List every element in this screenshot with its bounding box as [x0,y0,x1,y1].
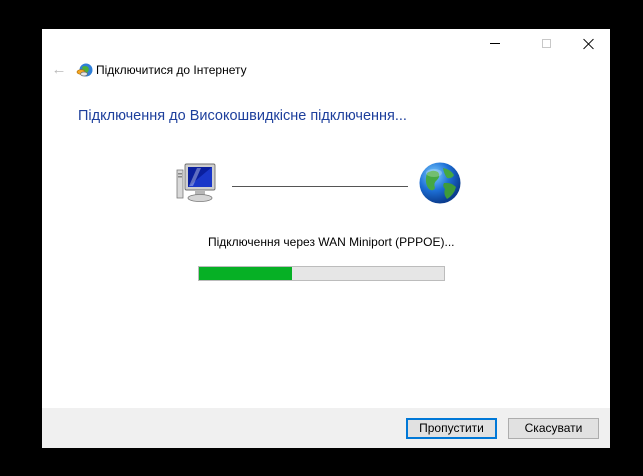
minimize-button[interactable] [472,29,518,57]
network-connection-icon [76,63,93,77]
connection-line [232,186,408,187]
connection-progress-bar [198,266,445,281]
minimize-icon [490,42,500,44]
close-icon [583,38,594,49]
navigation-bar: ← Підключитися до Інтернету [42,59,610,83]
progress-fill [199,267,293,280]
skip-button[interactable]: Пропустити [406,418,497,439]
cancel-button[interactable]: Скасувати [508,418,599,439]
globe-icon [419,162,461,204]
back-button[interactable]: ← [50,61,68,79]
dialog-footer: Пропустити Скасувати [42,408,610,448]
connect-dialog: ← Підключитися до Інтернету Підключення … [42,29,610,448]
wizard-title: Підключитися до Інтернету [96,63,247,77]
title-bar [42,29,610,57]
back-arrow-icon: ← [51,61,67,78]
close-button[interactable] [565,29,611,57]
maximize-icon [541,38,551,48]
page-heading: Підключення до Високошвидкісне підключен… [78,108,407,124]
connection-status: Підключення через WAN Miniport (PPPOE)..… [208,235,455,249]
maximize-button[interactable] [523,29,569,57]
computer-icon [176,163,216,202]
